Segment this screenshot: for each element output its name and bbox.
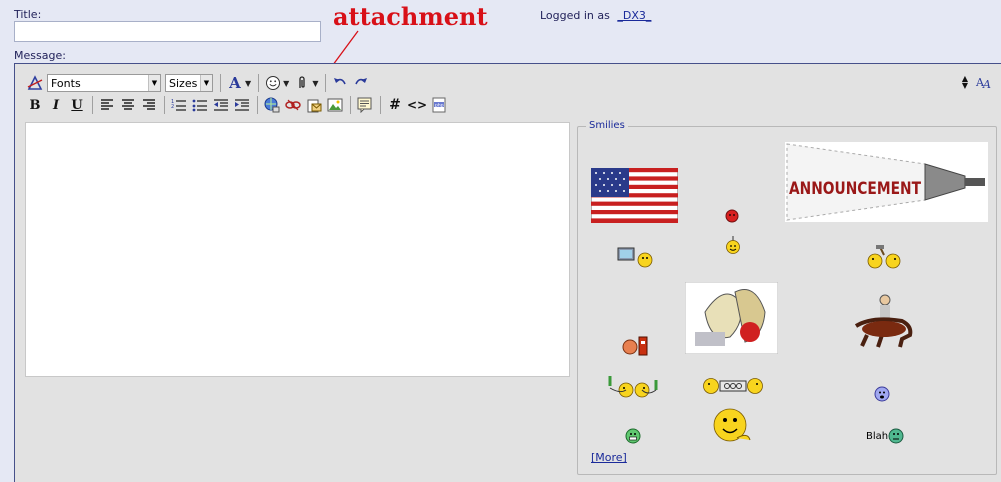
- toolbar-row-1: Fonts ▼ Sizes ▼ A ▼ ▼ ▼: [26, 72, 373, 94]
- message-label: Message:: [14, 49, 66, 62]
- toolbar-separator: [220, 74, 221, 92]
- remove-format-button[interactable]: AA: [975, 72, 993, 92]
- toolbar-separator: [380, 96, 381, 114]
- chained-smilies[interactable]: [702, 377, 764, 395]
- svg-text:2: 2: [171, 104, 174, 110]
- title-label: Title:: [14, 8, 42, 21]
- email-icon: [307, 99, 322, 113]
- computer-smilie[interactable]: [616, 245, 656, 269]
- toolbar-separator: [350, 96, 351, 114]
- email-link-button[interactable]: [305, 95, 323, 115]
- redo-icon: [355, 78, 368, 85]
- toolbar-separator: [325, 74, 327, 92]
- align-left-icon: [101, 99, 113, 110]
- size-select-value: Sizes: [169, 76, 198, 90]
- svg-text:A: A: [982, 78, 991, 90]
- align-center-button[interactable]: [119, 95, 137, 115]
- align-center-icon: [122, 99, 134, 110]
- svg-text:php: php: [435, 102, 444, 108]
- title-input[interactable]: [14, 21, 321, 42]
- cartoon-smilie[interactable]: [685, 282, 778, 354]
- smiley-icon: [266, 76, 281, 90]
- blah-smilie[interactable]: Blah: [866, 428, 904, 444]
- remove-format-icon: AA: [975, 76, 991, 90]
- announcement-smilie[interactable]: ANNOUNCEMENT: [785, 142, 988, 222]
- undo-icon: [334, 78, 347, 85]
- worried-smilie[interactable]: [874, 386, 890, 402]
- smilies-dropdown-icon[interactable]: ▼: [283, 79, 289, 88]
- arrow-down-icon: ▼: [961, 81, 969, 90]
- code-button[interactable]: <>: [407, 95, 427, 115]
- image-icon: [327, 98, 343, 112]
- login-status: Logged in as _DX3_: [540, 9, 651, 22]
- toolbar-separator: [257, 96, 258, 114]
- indent-icon: [235, 99, 249, 111]
- logged-in-user-link[interactable]: _DX3_: [617, 9, 651, 22]
- more-smilies-link[interactable]: [More]: [591, 451, 627, 464]
- align-right-button[interactable]: [140, 95, 158, 115]
- align-right-icon: [143, 99, 155, 110]
- announcement-text: ANNOUNCEMENT: [789, 179, 921, 199]
- font-select-value: Fonts: [51, 76, 81, 90]
- bullet-list-button[interactable]: [191, 95, 209, 115]
- logged-in-label: Logged in as: [540, 9, 610, 22]
- drinking-smilies[interactable]: [606, 374, 660, 400]
- underline-button[interactable]: U: [68, 95, 86, 115]
- message-textarea[interactable]: [25, 122, 570, 377]
- hash-button[interactable]: #: [386, 95, 404, 115]
- insert-image-button[interactable]: [326, 95, 344, 115]
- toolbar-separator: [164, 96, 165, 114]
- chevron-down-icon: ▼: [200, 75, 212, 91]
- message-editor: Fonts ▼ Sizes ▼ A ▼ ▼ ▼ ▲ ▼ AA B I U 1 2…: [14, 63, 1001, 482]
- paperclip-icon: [299, 76, 305, 88]
- remove-link-button[interactable]: [284, 95, 302, 115]
- quote-button[interactable]: [356, 95, 374, 115]
- toolbar-separator: [92, 96, 93, 114]
- smilies-panel: Smilies ANNOUNCEMENT Blah [More]: [577, 120, 997, 475]
- hammer-smilies[interactable]: [866, 245, 902, 269]
- insert-link-button[interactable]: [263, 95, 281, 115]
- sign-smilie[interactable]: [621, 333, 649, 357]
- big-smiley-smilie[interactable]: [712, 408, 752, 444]
- attachment-button[interactable]: [293, 73, 311, 93]
- numbered-list-button[interactable]: 12: [170, 95, 188, 115]
- indent-button[interactable]: [233, 95, 251, 115]
- resize-editor-button[interactable]: ▲ ▼: [956, 72, 974, 92]
- blah-face-icon: [888, 428, 904, 444]
- font-select[interactable]: Fonts ▼: [47, 74, 161, 92]
- italic-button[interactable]: I: [47, 95, 65, 115]
- font-color-icon: A: [229, 74, 241, 92]
- redo-button[interactable]: [352, 73, 370, 93]
- align-left-button[interactable]: [98, 95, 116, 115]
- blah-text: Blah: [866, 430, 889, 442]
- font-color-button[interactable]: A: [226, 73, 244, 93]
- switch-mode-button[interactable]: [26, 73, 44, 93]
- red-smilie[interactable]: [725, 209, 739, 223]
- quote-icon: [357, 97, 372, 113]
- php-button[interactable]: php: [430, 95, 448, 115]
- bold-button[interactable]: B: [26, 95, 44, 115]
- size-select[interactable]: Sizes ▼: [165, 74, 213, 92]
- toolbar-row-2: B I U 12 # <> php: [26, 94, 451, 116]
- smiley-hat-smilie[interactable]: [725, 235, 741, 255]
- annotation-label: attachment: [333, 2, 488, 31]
- outdent-button[interactable]: [212, 95, 230, 115]
- numbered-list-icon: 12: [171, 99, 186, 111]
- toolbar-separator: [258, 74, 260, 92]
- outdent-icon: [214, 99, 228, 111]
- php-icon: php: [432, 97, 446, 113]
- us-flag-smilie[interactable]: [591, 168, 678, 223]
- font-color-dropdown-icon[interactable]: ▼: [245, 79, 251, 88]
- smilies-button[interactable]: [264, 73, 282, 93]
- horse-rider-smilie[interactable]: [852, 291, 914, 349]
- smilies-legend: Smilies: [586, 120, 628, 131]
- bullet-list-icon: [192, 99, 207, 112]
- unlink-icon: [285, 99, 301, 111]
- green-grin-smilie[interactable]: [625, 428, 641, 444]
- globe-link-icon: [264, 97, 280, 113]
- undo-button[interactable]: [331, 73, 349, 93]
- chevron-down-icon: ▼: [148, 75, 160, 91]
- attachment-dropdown-icon[interactable]: ▼: [312, 79, 318, 88]
